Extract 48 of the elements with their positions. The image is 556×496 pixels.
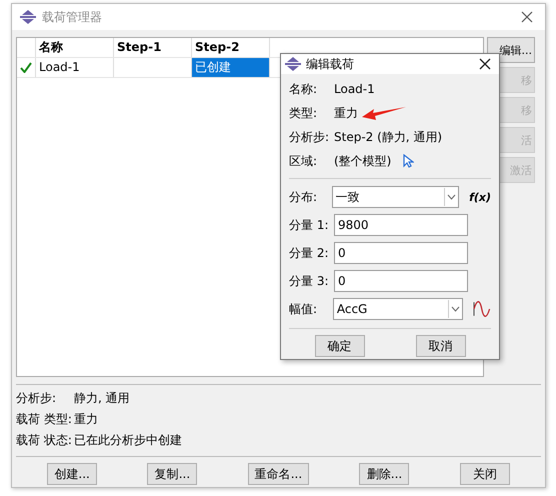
info-label: 载荷 状态: (16, 432, 73, 449)
info-value: 重力 (74, 410, 98, 428)
close-icon[interactable] (479, 58, 491, 70)
cursor-icon[interactable] (403, 154, 414, 168)
dialog-button[interactable]: 取消 (416, 335, 466, 357)
dialog-button[interactable]: 确定 (314, 335, 364, 357)
dialog-button[interactable]: 关闭 (460, 463, 510, 485)
table-cell[interactable]: Load-1 (36, 58, 114, 78)
dialog-button[interactable]: 创建... (47, 463, 98, 485)
property-value: Step-2 (静力, 通用) (334, 128, 442, 146)
input-field[interactable]: 0 (334, 270, 468, 292)
column-header: Step-2 (192, 38, 270, 58)
property-label: 分析步: (289, 128, 330, 146)
field-label: 分量 2: (289, 244, 330, 262)
field-label: 分布: (289, 188, 318, 206)
info-label: 载荷 类型: (16, 410, 73, 428)
property-label: 名称: (289, 80, 318, 98)
info-value: 静力, 通用 (74, 390, 130, 407)
dialog-button[interactable]: 重命名... (248, 463, 310, 485)
amplitude-curve-icon[interactable] (473, 301, 491, 317)
property-label: 区域: (289, 152, 318, 170)
property-value: (整个模型) (334, 152, 392, 170)
function-button[interactable]: f(x) (469, 190, 491, 204)
property-value: Load-1 (334, 82, 375, 96)
dialog-button[interactable]: 复制... (147, 463, 198, 485)
property-label: 类型: (289, 104, 318, 122)
info-label: 分析步: (16, 390, 58, 407)
chevron-icon (450, 306, 460, 312)
table-cell[interactable]: 已创建 (192, 58, 270, 78)
dropdown-field[interactable]: AccG (332, 298, 464, 320)
info-value: 已在此分析步中创建 (74, 432, 182, 449)
app-logo-icon (20, 10, 36, 24)
side-button[interactable]: 编辑... (487, 37, 535, 64)
dialog-title: 编辑载荷 (306, 56, 354, 72)
dialog-button[interactable]: 删除... (359, 463, 410, 485)
window-title: 载荷管理器 (42, 8, 102, 26)
input-field[interactable]: 0 (334, 242, 468, 264)
app-logo-icon (285, 57, 301, 71)
close-icon[interactable] (521, 11, 533, 24)
dropdown-field[interactable]: 一致 (332, 186, 460, 208)
column-header: Step-1 (114, 38, 192, 58)
field-label: 分量 1: (289, 216, 330, 234)
field-label: 分量 3: (289, 272, 330, 290)
field-label: 幅值: (289, 300, 318, 318)
property-value: 重力 (334, 104, 358, 122)
column-header: 名称 (36, 38, 114, 58)
input-field[interactable]: 9800 (334, 214, 468, 236)
chevron-icon (446, 194, 456, 200)
